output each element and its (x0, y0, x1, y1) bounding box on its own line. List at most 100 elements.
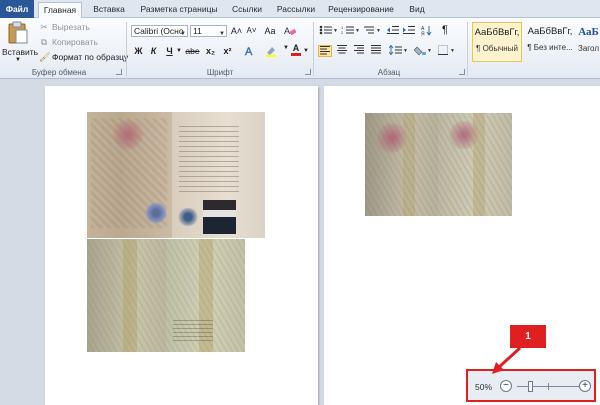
copy-icon: ⧉ (40, 37, 48, 47)
show-marks-button[interactable]: ¶ (438, 24, 452, 36)
ribbon-home: Вставить ▼ ✂ Вырезать ⧉ Копировать 🖌 Фор… (0, 18, 600, 79)
scan-seal (177, 208, 199, 226)
chevron-down-icon[interactable]: ▼ (283, 42, 289, 54)
passport-scan-image[interactable] (365, 113, 512, 216)
bullets-icon[interactable]: ▼ (318, 25, 338, 37)
line-spacing-icon[interactable]: ▼ (388, 44, 408, 57)
font-size-value: 11 (193, 26, 202, 36)
svg-text:2: 2 (341, 30, 344, 35)
svg-text:▼: ▼ (403, 48, 407, 54)
align-left-icon[interactable] (318, 45, 332, 57)
chevron-down-icon: ▼ (180, 31, 186, 37)
document-page[interactable] (45, 86, 318, 405)
format-painter-button[interactable]: 🖌 Формат по образцу (39, 51, 128, 63)
tab-home[interactable]: Главная (38, 2, 82, 19)
cut-label: Вырезать (52, 22, 90, 32)
clipboard-icon (8, 21, 28, 44)
font-family-combo[interactable]: Calibri (Осно ▼ (131, 25, 188, 37)
zoom-out-button[interactable]: − (500, 380, 512, 392)
copy-button[interactable]: ⧉ Копировать (39, 36, 98, 48)
multilevel-list-icon[interactable]: ▼ (362, 25, 382, 37)
svg-text:▼: ▼ (450, 48, 455, 54)
svg-text:Я: Я (421, 32, 425, 37)
bold-button[interactable]: Ж (133, 45, 144, 57)
sort-icon[interactable]: АЯ (420, 25, 434, 38)
text-effects-icon[interactable]: A (242, 45, 258, 58)
style-normal[interactable]: АаБбВвГг, ¶ Обычный (472, 22, 522, 62)
style-name: Загол (578, 44, 599, 53)
passport-scan-image[interactable] (87, 239, 245, 352)
svg-text:▼: ▼ (376, 28, 381, 34)
numbering-icon[interactable]: 12▼ (340, 25, 360, 37)
zoom-in-button[interactable]: + (579, 380, 591, 392)
chevron-down-icon: ▼ (15, 57, 21, 63)
style-heading-1[interactable]: АаБ Загол (577, 22, 600, 62)
tab-review[interactable]: Рецензирование (324, 2, 398, 18)
clipboard-group-label: Буфер обмена (31, 68, 87, 77)
chevron-down-icon[interactable]: ▼ (176, 45, 182, 57)
tab-mailings[interactable]: Рассылки (272, 2, 320, 18)
paragraph-launcher-icon[interactable] (459, 69, 465, 75)
superscript-button[interactable]: x² (221, 45, 234, 57)
passport-scan-image[interactable] (87, 112, 265, 238)
svg-text:A: A (245, 46, 253, 56)
font-launcher-icon[interactable] (305, 69, 311, 75)
copy-label: Копировать (52, 37, 98, 47)
svg-text:▼: ▼ (355, 28, 359, 34)
tab-page-layout[interactable]: Разметка страницы (136, 2, 222, 18)
annotation-callout: 1 (510, 325, 546, 348)
scan-pattern (87, 239, 245, 352)
style-sample: АаБбВвГг, (527, 26, 573, 37)
group-divider (467, 22, 468, 76)
zoom-slider-thumb[interactable] (528, 381, 534, 392)
highlight-icon[interactable] (263, 45, 279, 57)
shrink-font-button[interactable]: A˅ (245, 25, 258, 37)
tab-insert[interactable]: Вставка (86, 2, 132, 18)
font-color-bar (291, 53, 301, 56)
scan-portrait (203, 200, 236, 234)
grow-font-button[interactable]: A˄ (230, 25, 243, 37)
decrease-indent-icon[interactable] (386, 25, 400, 37)
font-color-button[interactable]: A (290, 42, 302, 56)
group-divider (126, 22, 127, 76)
zoom-control: 50% − + (466, 369, 596, 402)
chevron-down-icon: ▼ (219, 31, 225, 37)
tab-references[interactable]: Ссылки (226, 2, 268, 18)
borders-icon[interactable]: ▼ (437, 45, 457, 57)
cut-button[interactable]: ✂ Вырезать (39, 21, 90, 33)
font-color-letter: A (292, 43, 300, 53)
subscript-button[interactable]: x₂ (204, 45, 217, 57)
style-no-spacing[interactable]: АаБбВвГг, ¶ Без инте... (525, 22, 575, 62)
tab-view[interactable]: Вид (402, 2, 432, 18)
justify-icon[interactable] (369, 45, 383, 57)
paragraph-group-label: Абзац (377, 68, 401, 77)
underline-button[interactable]: Ч (164, 45, 175, 57)
document-area[interactable] (0, 79, 600, 405)
font-size-combo[interactable]: 11 ▼ (190, 25, 227, 37)
italic-button[interactable]: К (148, 45, 159, 57)
svg-text:▼: ▼ (427, 48, 432, 54)
document-page[interactable] (324, 86, 600, 405)
scan-pattern (365, 113, 512, 216)
style-sample: АаБ (578, 26, 599, 38)
zoom-slider-track[interactable] (517, 383, 579, 390)
format-painter-label: Формат по образцу (52, 52, 129, 62)
increase-indent-icon[interactable] (402, 25, 416, 37)
paste-button[interactable]: Вставить ▼ (2, 20, 39, 64)
paste-label: Вставить (2, 47, 39, 57)
style-sample: АаБбВвГг, (474, 27, 520, 38)
clear-formatting-icon[interactable]: A (283, 25, 297, 37)
shading-icon[interactable]: ▼ (413, 45, 433, 57)
change-case-button[interactable]: Aa (262, 25, 278, 37)
tab-file[interactable]: Файл (0, 0, 34, 18)
chevron-down-icon[interactable]: ▼ (303, 45, 309, 57)
zoom-center-tick (548, 383, 549, 390)
scan-stamp (111, 120, 145, 150)
zoom-level-button[interactable]: 50% (475, 382, 492, 392)
align-right-icon[interactable] (352, 45, 366, 57)
scan-text-lines (179, 122, 239, 192)
align-center-icon[interactable] (335, 45, 349, 57)
strikethrough-button[interactable]: abe (184, 45, 201, 57)
scissors-icon: ✂ (40, 22, 48, 32)
clipboard-launcher-icon[interactable] (116, 69, 122, 75)
